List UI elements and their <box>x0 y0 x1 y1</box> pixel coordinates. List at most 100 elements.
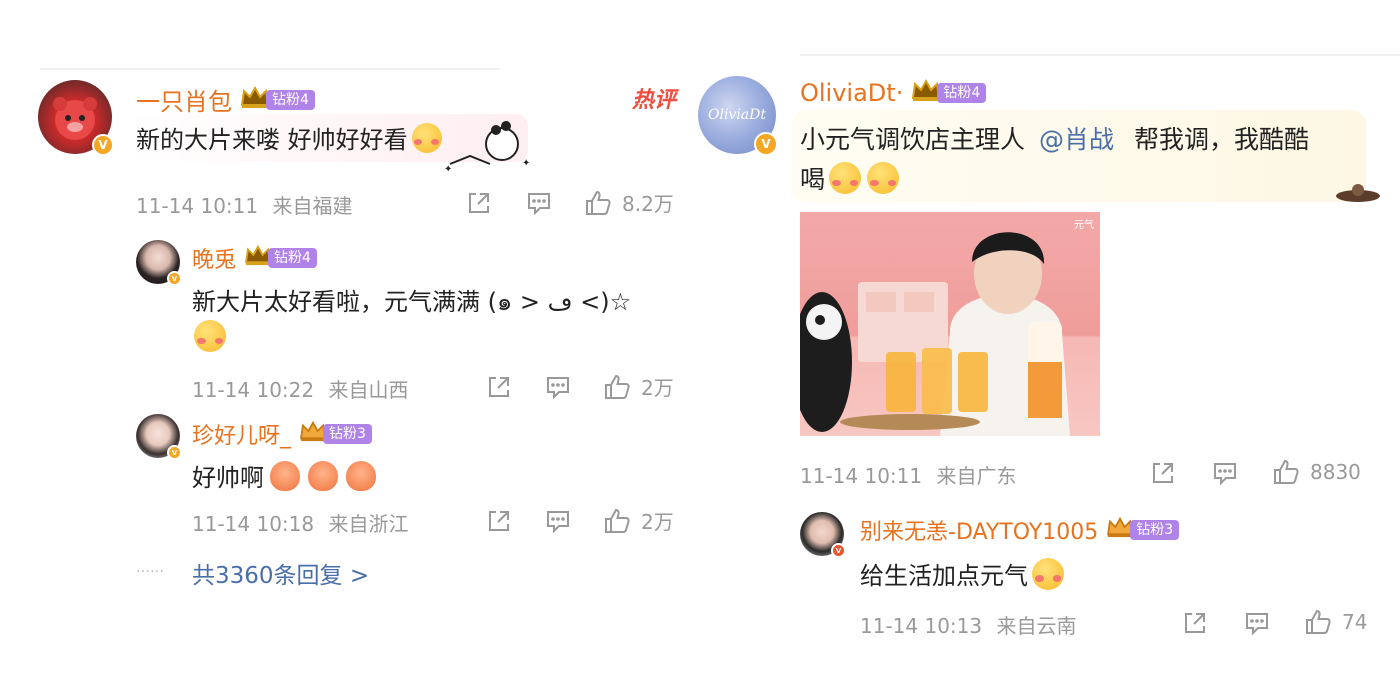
reply-text-row: 给生活加点元气 <box>860 556 1064 591</box>
comment-time: 11-14 10:11 <box>136 194 259 218</box>
username-text[interactable]: 珍好儿呀_ <box>192 418 291 450</box>
reply-username[interactable]: 珍好儿呀_ 钻粉3 <box>192 418 372 450</box>
like-button[interactable]: 8.2万 <box>584 188 674 217</box>
blush-emoji-icon <box>829 162 862 194</box>
share-button[interactable] <box>1182 610 1208 636</box>
like-button[interactable]: 8830 <box>1272 458 1361 486</box>
comment-text-row: 新的大片来喽 好帅好好看 <box>136 120 442 155</box>
comment-button[interactable] <box>526 190 552 216</box>
comment-image[interactable]: 元气 <box>800 212 1100 436</box>
comment-button[interactable] <box>1212 460 1238 486</box>
reply-time: 11-14 10:18 <box>192 512 315 536</box>
avatar[interactable]: V <box>800 512 846 558</box>
username-text[interactable]: 一只肖包 <box>136 82 232 117</box>
svg-text:✦: ✦ <box>444 164 452 175</box>
like-count: 74 <box>1342 610 1368 634</box>
laugh-emoji-icon <box>308 460 338 491</box>
fan-badge: 钻粉3 <box>323 424 372 444</box>
share-icon <box>469 193 489 213</box>
top-divider-left <box>40 68 500 70</box>
reply-meta: 11-14 10:18 来自浙江 <box>192 508 408 537</box>
comment-text-line1: 小元气调饮店主理人 @肖战 帮我调，我酷酷 <box>800 120 1309 156</box>
share-button[interactable] <box>466 190 492 216</box>
blush-emoji-icon <box>194 320 226 352</box>
reply-text: 给生活加点元气 <box>860 562 1028 590</box>
reply-username[interactable]: 晚兎 钻粉4 <box>192 242 317 274</box>
svg-text:✦: ✦ <box>522 158 530 169</box>
share-icon <box>1185 613 1205 633</box>
verified-icon: V <box>167 445 182 460</box>
wink-emoji-icon <box>1032 557 1064 590</box>
comment-icon <box>1214 463 1236 486</box>
laugh-emoji-icon <box>346 460 376 491</box>
share-button[interactable] <box>486 374 512 400</box>
reply-meta: 11-14 10:13 来自云南 <box>860 610 1076 639</box>
image-brand-text: 元气 <box>1074 220 1094 231</box>
comment-icon <box>547 511 569 534</box>
more-replies-link[interactable]: 共3360条回复 > <box>192 556 369 590</box>
blush-emoji-icon <box>411 122 442 153</box>
comment-time: 11-14 10:11 <box>800 464 923 488</box>
fan-badge: 钻粉4 <box>937 83 987 103</box>
comment-text-cont: 帮我调，我酷酷 <box>1133 125 1309 154</box>
username-text[interactable]: 别来无恙-DAYTOY1005 <box>860 514 1098 546</box>
comment-text: 新的大片来喽 好帅好好看 <box>136 126 408 154</box>
reply-location: 来自山西 <box>328 378 409 402</box>
avatar-text: OliviaDt <box>707 107 767 123</box>
share-button[interactable] <box>1150 460 1176 486</box>
like-count: 8.2万 <box>622 192 674 216</box>
like-icon <box>1306 609 1331 634</box>
avatar[interactable]: V <box>38 80 114 156</box>
mention-link[interactable]: @肖战 <box>1039 125 1114 154</box>
blush-emoji-icon <box>867 162 900 194</box>
like-button[interactable]: 2万 <box>603 506 674 535</box>
comment-button[interactable] <box>545 374 571 400</box>
avatar[interactable]: V <box>136 240 182 286</box>
like-count: 2万 <box>641 510 674 534</box>
reply-time: 11-14 10:22 <box>192 378 315 402</box>
verified-icon: V <box>754 132 778 156</box>
avatar[interactable]: V <box>136 414 182 460</box>
like-button[interactable]: 74 <box>1304 608 1367 636</box>
bubble-sticker-icon: ✦✦ <box>444 121 530 175</box>
like-icon <box>605 374 630 399</box>
reply-location: 来自浙江 <box>328 512 409 536</box>
reply-time: 11-14 10:13 <box>860 614 983 638</box>
verified-icon: V <box>831 543 846 558</box>
comment-meta: 11-14 10:11 来自广东 <box>800 460 1016 489</box>
like-button[interactable]: 2万 <box>603 372 674 401</box>
like-icon <box>586 190 611 215</box>
comment-text-end: 喝 <box>800 165 826 194</box>
verified-icon: V <box>167 271 182 286</box>
comment-button[interactable] <box>1244 610 1270 636</box>
reply-text: 好帅啊 <box>192 464 264 492</box>
reply-text-row: 好帅啊 <box>192 458 376 493</box>
comment-text-line2: 喝 <box>800 160 900 196</box>
comment-location: 来自福建 <box>272 194 353 218</box>
comment-icon <box>547 377 569 400</box>
like-count: 8830 <box>1310 460 1361 484</box>
comment-button[interactable] <box>545 508 571 534</box>
left-panel: V 一只肖包 钻粉4 热评 新的大片来喽 好帅好好看 ✦ ✦ 11-14 10:1… <box>0 0 1400 589</box>
hot-tag: 热评 <box>632 88 677 113</box>
comment-location: 来自广东 <box>936 464 1017 488</box>
comment-text: 小元气调饮店主理人 <box>800 125 1026 154</box>
comment-icon <box>1246 613 1268 636</box>
avatar[interactable]: OliviaDt V <box>698 76 778 156</box>
username-text[interactable]: 晚兎 <box>192 242 236 274</box>
comment-username[interactable]: 一只肖包 钻粉4 <box>136 82 315 117</box>
username-text[interactable]: OliviaDt· <box>800 79 903 107</box>
share-icon <box>489 511 509 531</box>
comment-username[interactable]: OliviaDt· 钻粉4 <box>800 78 987 108</box>
share-icon <box>489 377 509 397</box>
top-divider-right <box>800 54 1400 56</box>
share-button[interactable] <box>486 508 512 534</box>
fan-badge: 钻粉4 <box>266 89 315 110</box>
more-replies-dots: …… <box>136 560 164 576</box>
fan-badge: 钻粉4 <box>268 248 317 268</box>
reply-username[interactable]: 别来无恙-DAYTOY1005 钻粉3 <box>860 514 1180 546</box>
share-icon <box>1153 463 1173 483</box>
reply-text: 新大片太好看啦，元气满满 (๑ > ڡ <)☆ <box>192 288 632 316</box>
reply-location: 来自云南 <box>996 614 1077 638</box>
comment-meta: 11-14 10:11 来自福建 <box>136 190 352 219</box>
